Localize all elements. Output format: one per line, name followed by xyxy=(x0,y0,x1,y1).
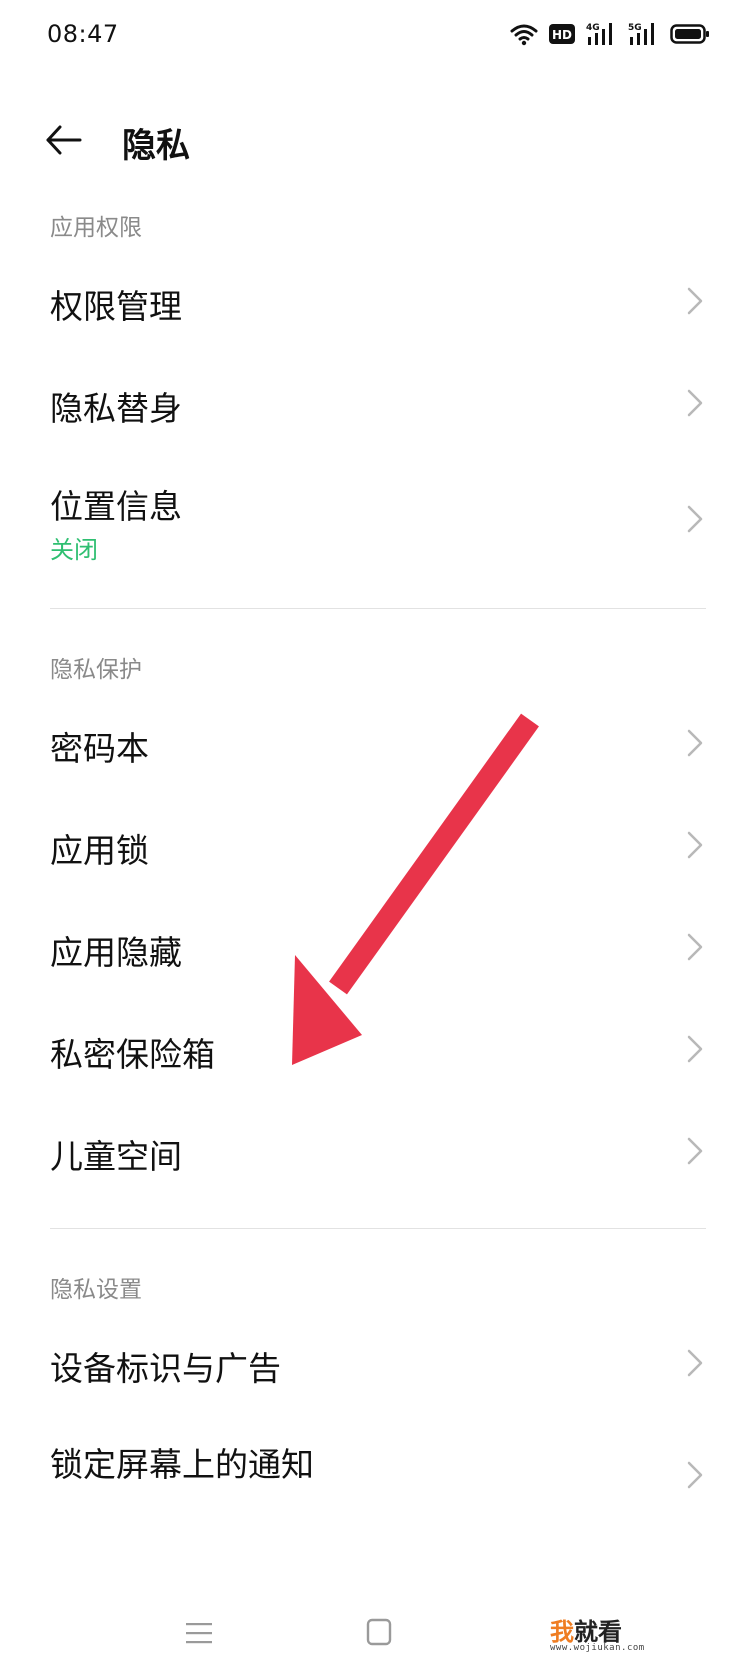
section-divider xyxy=(50,1228,706,1229)
section-label-settings: 隐私设置 xyxy=(50,1277,142,1303)
page-title: 隐私 xyxy=(122,126,190,166)
menu-item-label: 密码本 xyxy=(50,729,149,768)
wifi-icon xyxy=(510,24,538,46)
section-label-protection: 隐私保护 xyxy=(50,657,142,683)
menu-item-app-hide[interactable]: 应用隐藏 xyxy=(0,894,756,994)
app-header: 隐私 xyxy=(0,100,756,180)
menu-item-label: 位置信息 xyxy=(50,487,182,526)
menu-item-location-info[interactable]: 位置信息 关闭 xyxy=(0,456,756,586)
chevron-right-icon xyxy=(687,1349,703,1377)
menu-item-privacy-substitute[interactable]: 隐私替身 xyxy=(0,352,756,452)
menu-icon[interactable] xyxy=(186,1620,212,1646)
chevron-right-icon xyxy=(687,1461,703,1489)
menu-item-label: 权限管理 xyxy=(50,287,182,326)
menu-item-label: 应用隐藏 xyxy=(50,933,182,972)
menu-item-label: 私密保险箱 xyxy=(50,1035,215,1074)
signal-4g-icon: 4G xyxy=(586,23,612,45)
svg-text:5G: 5G xyxy=(628,23,642,33)
chevron-right-icon xyxy=(687,1137,703,1165)
back-arrow-icon[interactable] xyxy=(44,122,84,158)
chevron-right-icon xyxy=(687,505,703,533)
menu-item-label: 应用锁 xyxy=(50,831,149,870)
watermark-text: 我就看 xyxy=(550,1618,622,1646)
section-label-permissions: 应用权限 xyxy=(50,215,142,241)
location-status: 关闭 xyxy=(50,536,98,564)
menu-item-private-safe[interactable]: 私密保险箱 xyxy=(0,996,756,1096)
signal-5g-icon: 5G xyxy=(628,23,654,45)
menu-item-kids-space[interactable]: 儿童空间 xyxy=(0,1098,756,1198)
menu-item-device-id-ads[interactable]: 设备标识与广告 xyxy=(0,1310,756,1410)
battery-icon xyxy=(670,24,709,44)
system-nav-bar: 我就看 www.wojiukan.com xyxy=(0,1610,756,1680)
menu-item-label: 隐私替身 xyxy=(50,389,182,428)
chevron-right-icon xyxy=(687,389,703,417)
chevron-right-icon xyxy=(687,729,703,757)
chevron-right-icon xyxy=(687,287,703,315)
status-icons: HD 4G 5G xyxy=(510,20,710,48)
menu-item-label: 儿童空间 xyxy=(50,1137,182,1176)
menu-item-password-book[interactable]: 密码本 xyxy=(0,690,756,790)
section-divider xyxy=(50,608,706,609)
home-icon[interactable] xyxy=(366,1618,392,1646)
menu-item-label: 锁定屏幕上的通知 xyxy=(50,1445,314,1484)
status-bar: 08:47 HD 4G 5G xyxy=(0,0,756,70)
menu-item-app-lock[interactable]: 应用锁 xyxy=(0,792,756,892)
status-time: 08:47 xyxy=(47,20,119,48)
chevron-right-icon xyxy=(687,1035,703,1063)
watermark-url: www.wojiukan.com xyxy=(550,1643,645,1653)
menu-item-label: 设备标识与广告 xyxy=(50,1349,281,1388)
watermark-logo: 我就看 www.wojiukan.com xyxy=(550,1612,660,1653)
chevron-right-icon xyxy=(687,933,703,961)
menu-item-permission-management[interactable]: 权限管理 xyxy=(0,250,756,350)
svg-text:HD: HD xyxy=(552,28,572,42)
chevron-right-icon xyxy=(687,831,703,859)
hd-icon: HD xyxy=(549,24,575,44)
menu-item-lockscreen-notifications[interactable]: 锁定屏幕上的通知 xyxy=(0,1414,756,1524)
svg-text:4G: 4G xyxy=(586,23,600,33)
